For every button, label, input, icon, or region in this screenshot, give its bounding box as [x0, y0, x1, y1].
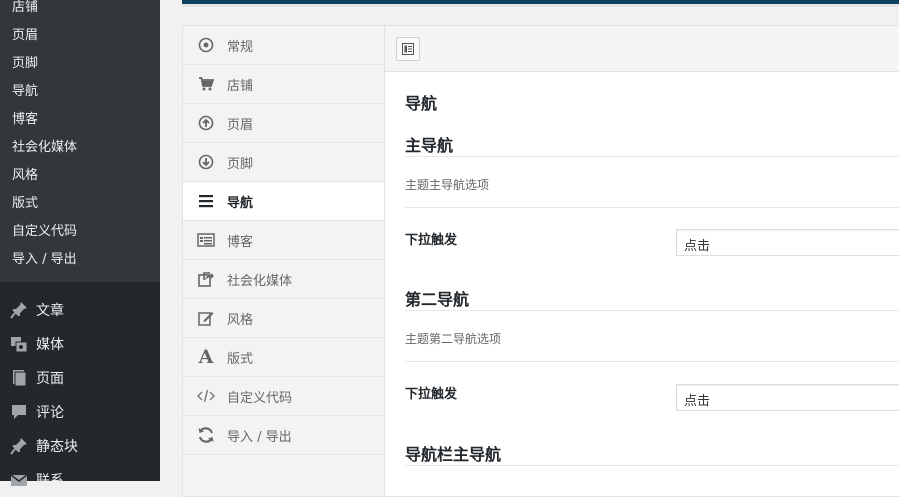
submenu-item-header[interactable]: 页眉 [0, 22, 160, 50]
menu-item-pages[interactable]: 页面 [0, 361, 160, 395]
options-nav-label: 常规 [227, 39, 254, 55]
menu-item-label: 媒体 [36, 337, 64, 353]
divider [405, 310, 899, 311]
primary-nav-heading: 主导航 [405, 136, 454, 155]
mail-icon [9, 470, 29, 490]
options-nav-import-export[interactable]: 导入 / 导出 [183, 416, 384, 455]
navbar-nav-heading: 导航栏主导航 [405, 445, 502, 464]
theme-options-submenu: 店铺 页眉 页脚 导航 博客 社会化媒体 风格 版式 自定义代码 导入 / 导出 [0, 0, 160, 282]
arrow-down-circle-icon [196, 152, 216, 172]
menu-item-static-blocks[interactable]: 静态块 [0, 429, 160, 463]
primary-dropdown-trigger-label: 下拉触发 [405, 233, 458, 248]
secondary-nav-heading: 第二导航 [405, 290, 470, 309]
options-nav-social[interactable]: 社会化媒体 [183, 260, 384, 299]
menu-item-label: 静态块 [36, 439, 78, 455]
divider [405, 156, 899, 157]
page-icon [9, 368, 29, 388]
comment-icon [9, 402, 29, 422]
menu-item-contact[interactable]: 联系 [0, 463, 160, 497]
options-nav-label: 风格 [227, 312, 254, 328]
options-nav-custom-code[interactable]: 自定义代码 [183, 377, 384, 416]
options-toolbar [385, 26, 899, 72]
pin-icon [9, 300, 29, 320]
options-main: 导航 主导航 主题主导航选项 下拉触发 点击 第二导航 主题第二导航选项 下拉触… [385, 26, 899, 496]
options-nav-style[interactable]: 风格 [183, 299, 384, 338]
menu-item-label: 评论 [36, 405, 64, 421]
arrow-up-circle-icon [196, 113, 216, 133]
options-nav-label: 店铺 [227, 78, 254, 94]
select-value: 点击 [684, 239, 711, 254]
options-nav-label: 页眉 [227, 117, 254, 133]
primary-dropdown-trigger-select[interactable]: 点击 [676, 229, 899, 256]
general-icon [196, 35, 216, 55]
main-content: 常规 店铺 页眉 页脚 导航 博客 社会化媒体 风格 A 版式 自定义代码 导入… [160, 0, 899, 497]
pin-icon [9, 436, 29, 456]
options-nav-shop[interactable]: 店铺 [183, 65, 384, 104]
primary-nav-description: 主题主导航选项 [405, 178, 490, 192]
secondary-dropdown-trigger-label: 下拉触发 [405, 387, 458, 402]
submenu-item-typography[interactable]: 版式 [0, 190, 160, 218]
options-nav-label: 社会化媒体 [227, 273, 293, 289]
options-header-shade [182, 4, 899, 7]
options-nav-label: 导入 / 导出 [227, 429, 292, 445]
cart-icon [196, 74, 216, 94]
theme-options-panel: 常规 店铺 页眉 页脚 导航 博客 社会化媒体 风格 A 版式 自定义代码 导入… [182, 25, 899, 497]
submenu-item-import-export[interactable]: 导入 / 导出 [0, 246, 160, 274]
submenu-item-custom-code[interactable]: 自定义代码 [0, 218, 160, 246]
divider [405, 361, 899, 362]
menu-item-label: 页面 [36, 371, 64, 387]
divider [405, 207, 899, 208]
options-nav-general[interactable]: 常规 [183, 26, 384, 65]
blog-icon [196, 230, 216, 250]
options-nav-label: 版式 [227, 351, 254, 367]
options-nav-navigation[interactable]: 导航 [183, 182, 384, 221]
menu-item-comments[interactable]: 评论 [0, 395, 160, 429]
divider [405, 465, 899, 466]
code-icon [196, 386, 216, 406]
media-icon [9, 334, 29, 354]
expand-options-button[interactable] [396, 37, 420, 61]
admin-sidebar: 店铺 页眉 页脚 导航 博客 社会化媒体 风格 版式 自定义代码 导入 / 导出… [0, 0, 160, 489]
options-nav-blog[interactable]: 博客 [183, 221, 384, 260]
submenu-item-style[interactable]: 风格 [0, 162, 160, 190]
submenu-item-blog[interactable]: 博客 [0, 106, 160, 134]
secondary-dropdown-trigger-select[interactable]: 点击 [676, 384, 899, 411]
submenu-item-navigation[interactable]: 导航 [0, 78, 160, 106]
menu-item-posts[interactable]: 文章 [0, 293, 160, 327]
options-nav-header[interactable]: 页眉 [183, 104, 384, 143]
submenu-item-social[interactable]: 社会化媒体 [0, 134, 160, 162]
options-nav-footer[interactable]: 页脚 [183, 143, 384, 182]
options-nav-label: 博客 [227, 234, 254, 250]
select-value: 点击 [684, 394, 711, 409]
menu-item-label: 文章 [36, 303, 64, 319]
options-nav-typography[interactable]: A 版式 [183, 338, 384, 377]
edit-icon [196, 308, 216, 328]
refresh-icon [196, 425, 216, 445]
submenu-item-shop[interactable]: 店铺 [0, 0, 160, 22]
submenu-item-footer[interactable]: 页脚 [0, 50, 160, 78]
menu-icon [196, 191, 216, 211]
options-nav-label: 自定义代码 [227, 390, 293, 406]
menu-item-media[interactable]: 媒体 [0, 327, 160, 361]
typography-icon: A [198, 346, 214, 368]
section-title: 导航 [405, 94, 438, 113]
menu-item-label: 联系 [36, 473, 64, 489]
options-nav: 常规 店铺 页眉 页脚 导航 博客 社会化媒体 风格 A 版式 自定义代码 导入… [183, 26, 385, 496]
options-nav-label: 导航 [227, 195, 254, 211]
expand-icon [402, 43, 414, 55]
secondary-nav-description: 主题第二导航选项 [405, 332, 502, 346]
share-icon [196, 269, 216, 289]
options-nav-label: 页脚 [227, 156, 254, 172]
